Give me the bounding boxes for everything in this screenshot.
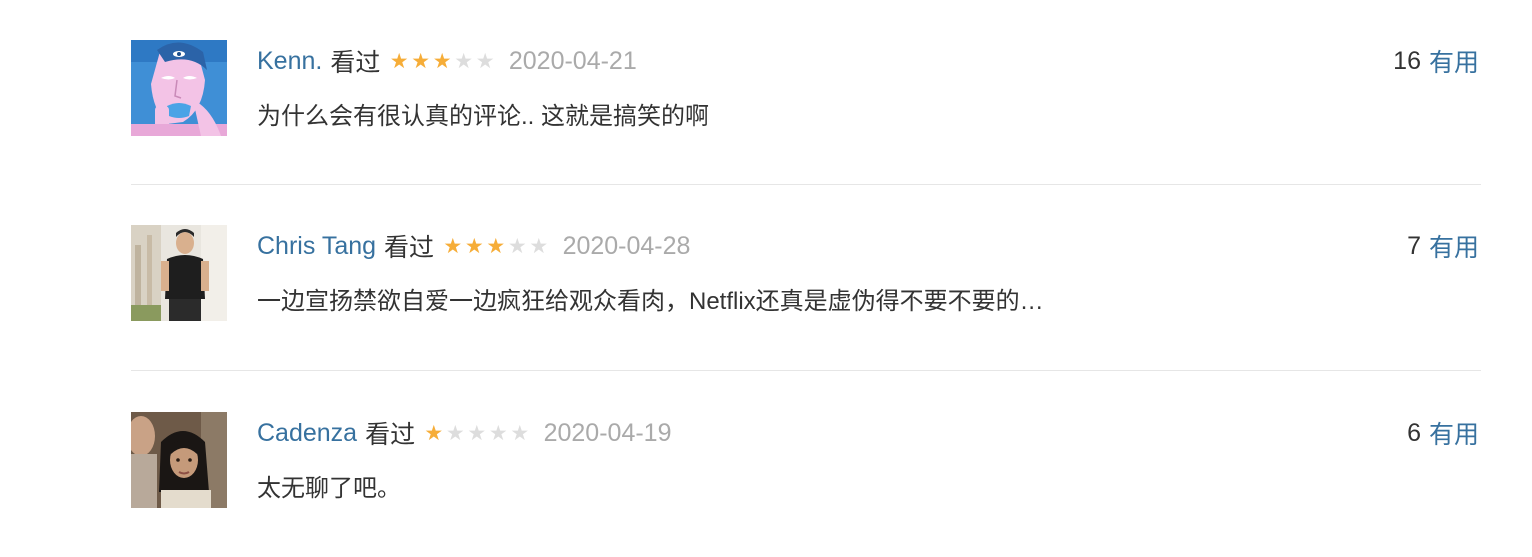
vote-count: 6 xyxy=(1407,418,1421,447)
comment-meta: Chris Tang 看过 ★ ★ ★ ★ ★ 2020-04-28 xyxy=(257,229,690,263)
comment-item: Kenn. 看过 ★ ★ ★ ★ ★ 2020-04-21 16 有用 为什么会有很认真… xyxy=(131,0,1481,185)
rating-stars: ★ ★ ★ ★ ★ xyxy=(441,234,549,258)
useful-vote-button[interactable]: 有用 xyxy=(1429,415,1479,451)
watch-status: 看过 xyxy=(365,421,416,449)
illustrated-face-avatar-icon xyxy=(131,40,227,136)
comment-text: 为什么会有很认真的评论.. 这就是搞笑的啊 xyxy=(257,103,710,130)
avatar[interactable] xyxy=(131,412,227,508)
star-empty-icon: ★ xyxy=(475,49,495,73)
star-empty-icon: ★ xyxy=(529,234,548,258)
vote-area: 16 有用 xyxy=(1393,44,1479,78)
star-filled-icon: ★ xyxy=(443,234,462,258)
avatar[interactable] xyxy=(131,225,227,321)
star-empty-icon: ★ xyxy=(510,421,529,445)
comment-meta: Kenn. 看过 ★ ★ ★ ★ ★ 2020-04-21 xyxy=(257,44,637,78)
comment-text: 太无聊了吧。 xyxy=(257,475,401,502)
comment-item: Chris Tang 看过 ★ ★ ★ ★ ★ 2020-04-28 7 有用 一边宣扬… xyxy=(131,185,1481,371)
useful-vote-button[interactable]: 有用 xyxy=(1429,228,1479,264)
star-empty-icon: ★ xyxy=(488,421,508,445)
star-filled-icon: ★ xyxy=(464,234,484,258)
star-empty-icon: ★ xyxy=(467,421,486,445)
watch-status: 看过 xyxy=(384,234,435,262)
avatar[interactable] xyxy=(131,40,227,136)
username-link[interactable]: Cadenza xyxy=(257,419,357,448)
watch-status: 看过 xyxy=(330,49,381,77)
vote-count: 7 xyxy=(1407,231,1421,260)
star-filled-icon: ★ xyxy=(486,234,505,258)
vote-count: 16 xyxy=(1393,46,1421,75)
star-empty-icon: ★ xyxy=(507,234,527,258)
film-still-woman-photo-avatar-icon xyxy=(131,412,227,508)
comment-item: Cadenza 看过 ★ ★ ★ ★ ★ 2020-04-19 6 有用 太无聊了吧。 xyxy=(131,371,1481,557)
star-empty-icon: ★ xyxy=(454,49,473,73)
username-link[interactable]: Chris Tang xyxy=(257,232,376,261)
comment-date: 2020-04-21 xyxy=(508,46,637,75)
comment-date: 2020-04-19 xyxy=(543,418,672,447)
comment-list: Kenn. 看过 ★ ★ ★ ★ ★ 2020-04-21 16 有用 为什么会有很认真… xyxy=(131,0,1481,557)
vote-area: 7 有用 xyxy=(1407,229,1479,263)
username-link[interactable]: Kenn. xyxy=(257,47,322,76)
comment-meta: Cadenza 看过 ★ ★ ★ ★ ★ 2020-04-19 xyxy=(257,416,671,450)
rating-stars: ★ ★ ★ ★ ★ xyxy=(387,49,495,73)
star-filled-icon: ★ xyxy=(411,49,430,73)
star-filled-icon: ★ xyxy=(389,49,409,73)
comment-date: 2020-04-28 xyxy=(562,231,691,260)
star-filled-icon: ★ xyxy=(432,49,452,73)
useful-vote-button[interactable]: 有用 xyxy=(1429,43,1479,79)
star-empty-icon: ★ xyxy=(445,421,465,445)
vote-area: 6 有用 xyxy=(1407,416,1479,450)
rating-stars: ★ ★ ★ ★ ★ xyxy=(422,421,530,445)
comment-text: 一边宣扬禁欲自爱一边疯狂给观众看肉，Netflix还真是虚伪得不要不要的… xyxy=(257,288,1044,315)
star-filled-icon: ★ xyxy=(424,421,443,445)
man-in-black-shirt-photo-avatar-icon xyxy=(131,225,227,321)
